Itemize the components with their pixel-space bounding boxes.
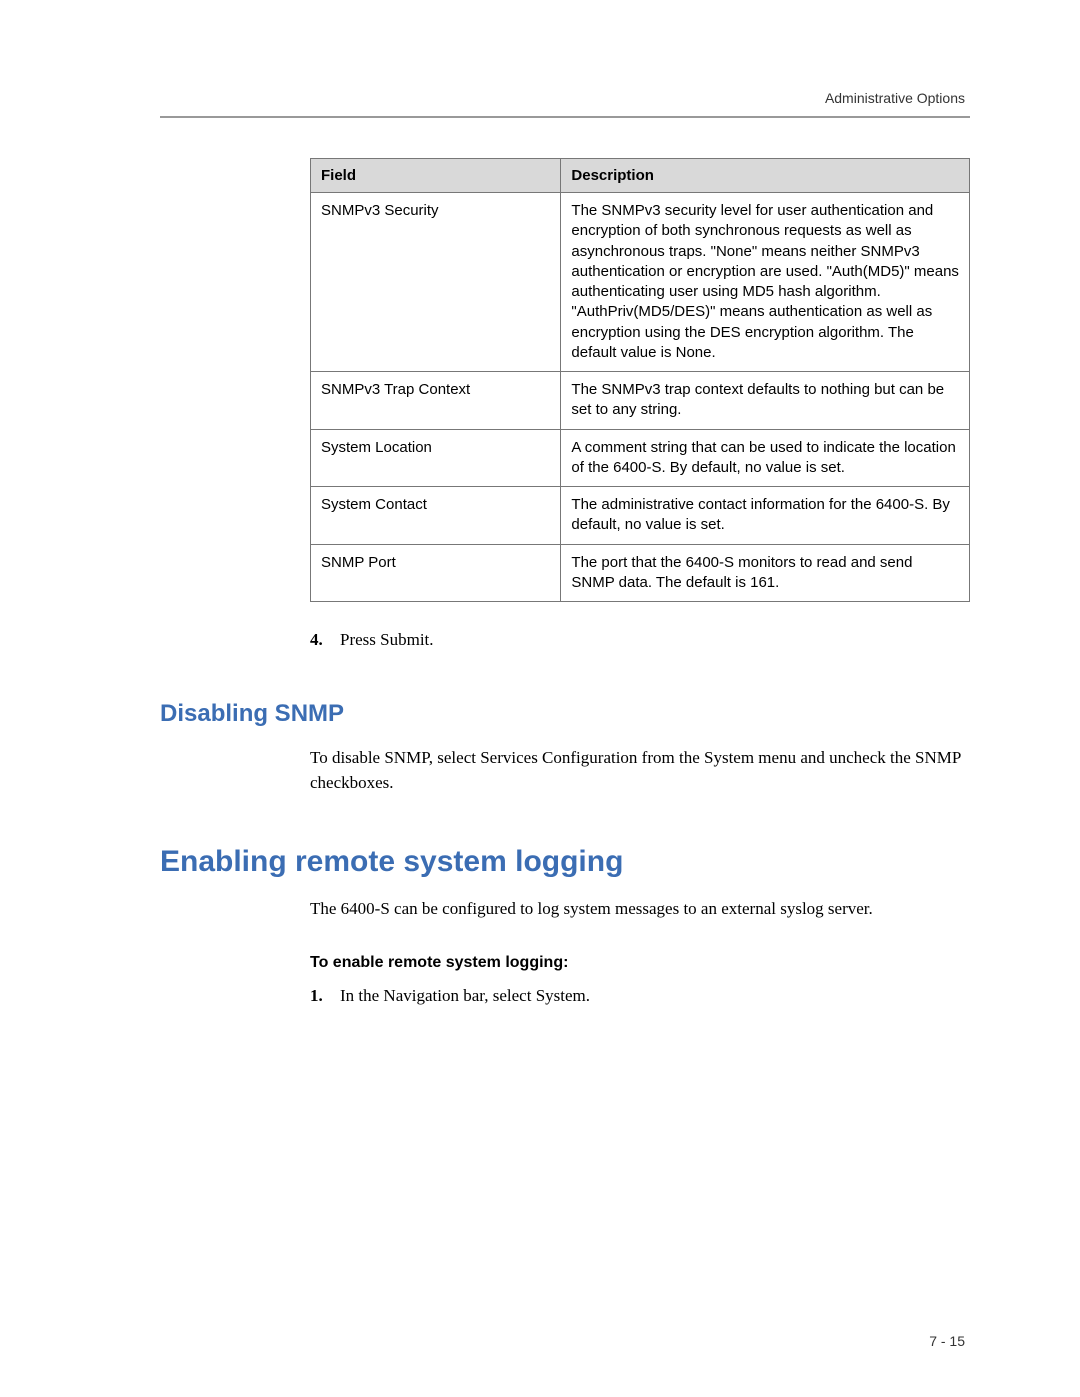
table-row: SNMPv3 Security The SNMPv3 security leve… — [311, 193, 970, 372]
step-number: 1. — [310, 986, 330, 1006]
step-text: Press Submit. — [340, 630, 434, 650]
step-1: 1. In the Navigation bar, select System. — [310, 986, 970, 1006]
col-header-description: Description — [561, 159, 970, 193]
field-description-table: Field Description SNMPv3 Security The SN… — [310, 158, 970, 602]
cell-description: A comment string that can be used to ind… — [561, 429, 970, 487]
heading-enabling-remote-logging: Enabling remote system logging — [160, 845, 970, 879]
heading-disabling-snmp: Disabling SNMP — [160, 700, 970, 728]
table-row: System Location A comment string that ca… — [311, 429, 970, 487]
table-row: SNMPv3 Trap Context The SNMPv3 trap cont… — [311, 372, 970, 430]
cell-field: System Contact — [311, 487, 561, 545]
enabling-intro: The 6400-S can be configured to log syst… — [310, 897, 970, 922]
table-row: SNMP Port The port that the 6400-S monit… — [311, 544, 970, 602]
running-header: Administrative Options — [160, 90, 970, 106]
cell-field: SNMPv3 Trap Context — [311, 372, 561, 430]
cell-description: The SNMPv3 security level for user authe… — [561, 193, 970, 372]
disabling-snmp-body: To disable SNMP, select Services Configu… — [310, 746, 970, 795]
cell-field: System Location — [311, 429, 561, 487]
cell-field: SNMP Port — [311, 544, 561, 602]
step-text: In the Navigation bar, select System. — [340, 986, 590, 1006]
cell-description: The administrative contact information f… — [561, 487, 970, 545]
page-number: 7 - 15 — [929, 1333, 965, 1349]
header-rule — [160, 116, 970, 118]
cell-field: SNMPv3 Security — [311, 193, 561, 372]
table-row: System Contact The administrative contac… — [311, 487, 970, 545]
col-header-field: Field — [311, 159, 561, 193]
cell-description: The SNMPv3 trap context defaults to noth… — [561, 372, 970, 430]
step-number: 4. — [310, 630, 330, 650]
table-header-row: Field Description — [311, 159, 970, 193]
enable-subheading: To enable remote system logging: — [310, 954, 970, 972]
cell-description: The port that the 6400-S monitors to rea… — [561, 544, 970, 602]
step-4: 4. Press Submit. — [310, 630, 970, 650]
